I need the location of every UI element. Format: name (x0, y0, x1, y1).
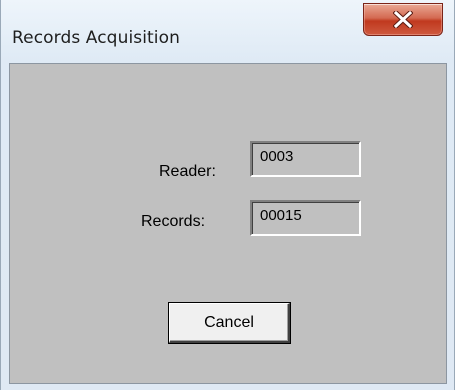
window-title: Records Acquisition (12, 28, 181, 48)
reader-label: Reader: (159, 163, 216, 180)
records-label: Records: (141, 213, 206, 230)
records-value-field: 00015 (250, 200, 361, 236)
cancel-button[interactable]: Cancel (169, 303, 290, 343)
dialog-client-area: Reader: 0003 Records: 00015 Cancel (9, 63, 447, 384)
reader-value-field: 0003 (250, 141, 361, 177)
dialog-window: Records Acquisition Reader: 0003 Records… (0, 0, 455, 390)
close-button[interactable] (363, 3, 443, 36)
close-x-icon (393, 11, 413, 28)
